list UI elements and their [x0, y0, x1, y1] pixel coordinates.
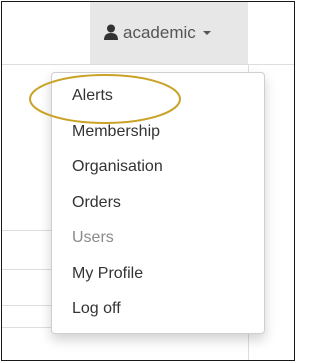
menu-item-alerts[interactable]: Alerts: [52, 78, 264, 114]
screenshot-frame: academic Alerts Membership Organisation …: [1, 1, 295, 361]
divider: [2, 269, 52, 270]
menu-item-organisation[interactable]: Organisation: [52, 149, 264, 185]
menu-item-orders[interactable]: Orders: [52, 185, 264, 221]
menu-item-users: Users: [72, 229, 114, 246]
caret-down-icon: [202, 31, 211, 35]
background-panel: [2, 230, 52, 360]
navbar: academic: [2, 2, 294, 65]
menu-item-log-off[interactable]: Log off: [52, 291, 264, 327]
user-name: academic: [123, 23, 196, 42]
user-menu-toggle[interactable]: academic: [90, 2, 248, 64]
menu-item-my-profile[interactable]: My Profile: [52, 256, 264, 292]
menu-item-membership[interactable]: Membership: [52, 114, 264, 150]
user-dropdown-menu: Alerts Membership Organisation Orders Us…: [51, 72, 265, 334]
divider: [2, 305, 52, 306]
user-icon: [104, 24, 118, 40]
divider: [2, 327, 52, 328]
